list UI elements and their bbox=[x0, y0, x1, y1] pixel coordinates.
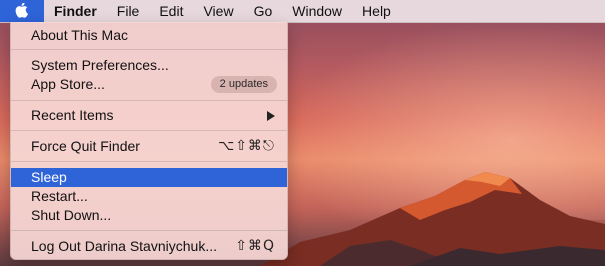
menu-item-shut-down[interactable]: Shut Down... bbox=[11, 206, 287, 225]
log-out-label: Log Out Darina Stavniychuk... bbox=[31, 238, 217, 254]
menu-help[interactable]: Help bbox=[352, 0, 401, 22]
system-preferences-label: System Preferences... bbox=[31, 57, 169, 73]
menu-item-app-store[interactable]: App Store... 2 updates bbox=[11, 75, 287, 94]
menu-item-system-preferences[interactable]: System Preferences... bbox=[11, 56, 287, 75]
recent-items-label: Recent Items bbox=[31, 107, 114, 123]
menu-separator bbox=[11, 230, 287, 231]
apple-menu-button[interactable] bbox=[0, 0, 44, 22]
menu-separator bbox=[11, 161, 287, 162]
log-out-shortcut: ⇧⌘Q bbox=[235, 238, 275, 254]
apple-menu-dropdown: About This Mac System Preferences... App… bbox=[10, 22, 288, 260]
menu-item-log-out[interactable]: Log Out Darina Stavniychuk... ⇧⌘Q bbox=[11, 237, 287, 256]
menu-view[interactable]: View bbox=[193, 0, 243, 22]
apple-logo-icon bbox=[15, 3, 28, 18]
menu-finder[interactable]: Finder bbox=[44, 0, 107, 22]
menu-edit[interactable]: Edit bbox=[149, 0, 193, 22]
shut-down-label: Shut Down... bbox=[31, 207, 112, 223]
submenu-arrow-icon bbox=[267, 111, 275, 121]
menu-window[interactable]: Window bbox=[282, 0, 352, 22]
menu-go[interactable]: Go bbox=[244, 0, 283, 22]
app-store-updates-badge: 2 updates bbox=[210, 76, 277, 93]
menu-item-recent-items[interactable]: Recent Items bbox=[11, 106, 287, 125]
menu-file[interactable]: File bbox=[107, 0, 150, 22]
desktop-wallpaper-mountain bbox=[260, 172, 605, 266]
about-label: About This Mac bbox=[31, 27, 129, 43]
force-quit-shortcut: ⌥⇧⌘⎋ bbox=[218, 138, 275, 154]
menu-separator bbox=[11, 100, 287, 101]
menu-separator bbox=[11, 130, 287, 131]
menu-item-sleep[interactable]: Sleep bbox=[11, 168, 287, 187]
force-quit-label: Force Quit Finder bbox=[31, 138, 140, 154]
menu-item-about-this-mac[interactable]: About This Mac bbox=[11, 26, 287, 45]
menu-item-restart[interactable]: Restart... bbox=[11, 187, 287, 206]
sleep-label: Sleep bbox=[31, 169, 67, 185]
menu-separator bbox=[11, 49, 287, 50]
restart-label: Restart... bbox=[31, 188, 88, 204]
app-store-label: App Store... bbox=[31, 76, 105, 92]
menu-item-force-quit[interactable]: Force Quit Finder ⌥⇧⌘⎋ bbox=[11, 137, 287, 156]
menu-bar: Finder File Edit View Go Window Help bbox=[0, 0, 605, 23]
